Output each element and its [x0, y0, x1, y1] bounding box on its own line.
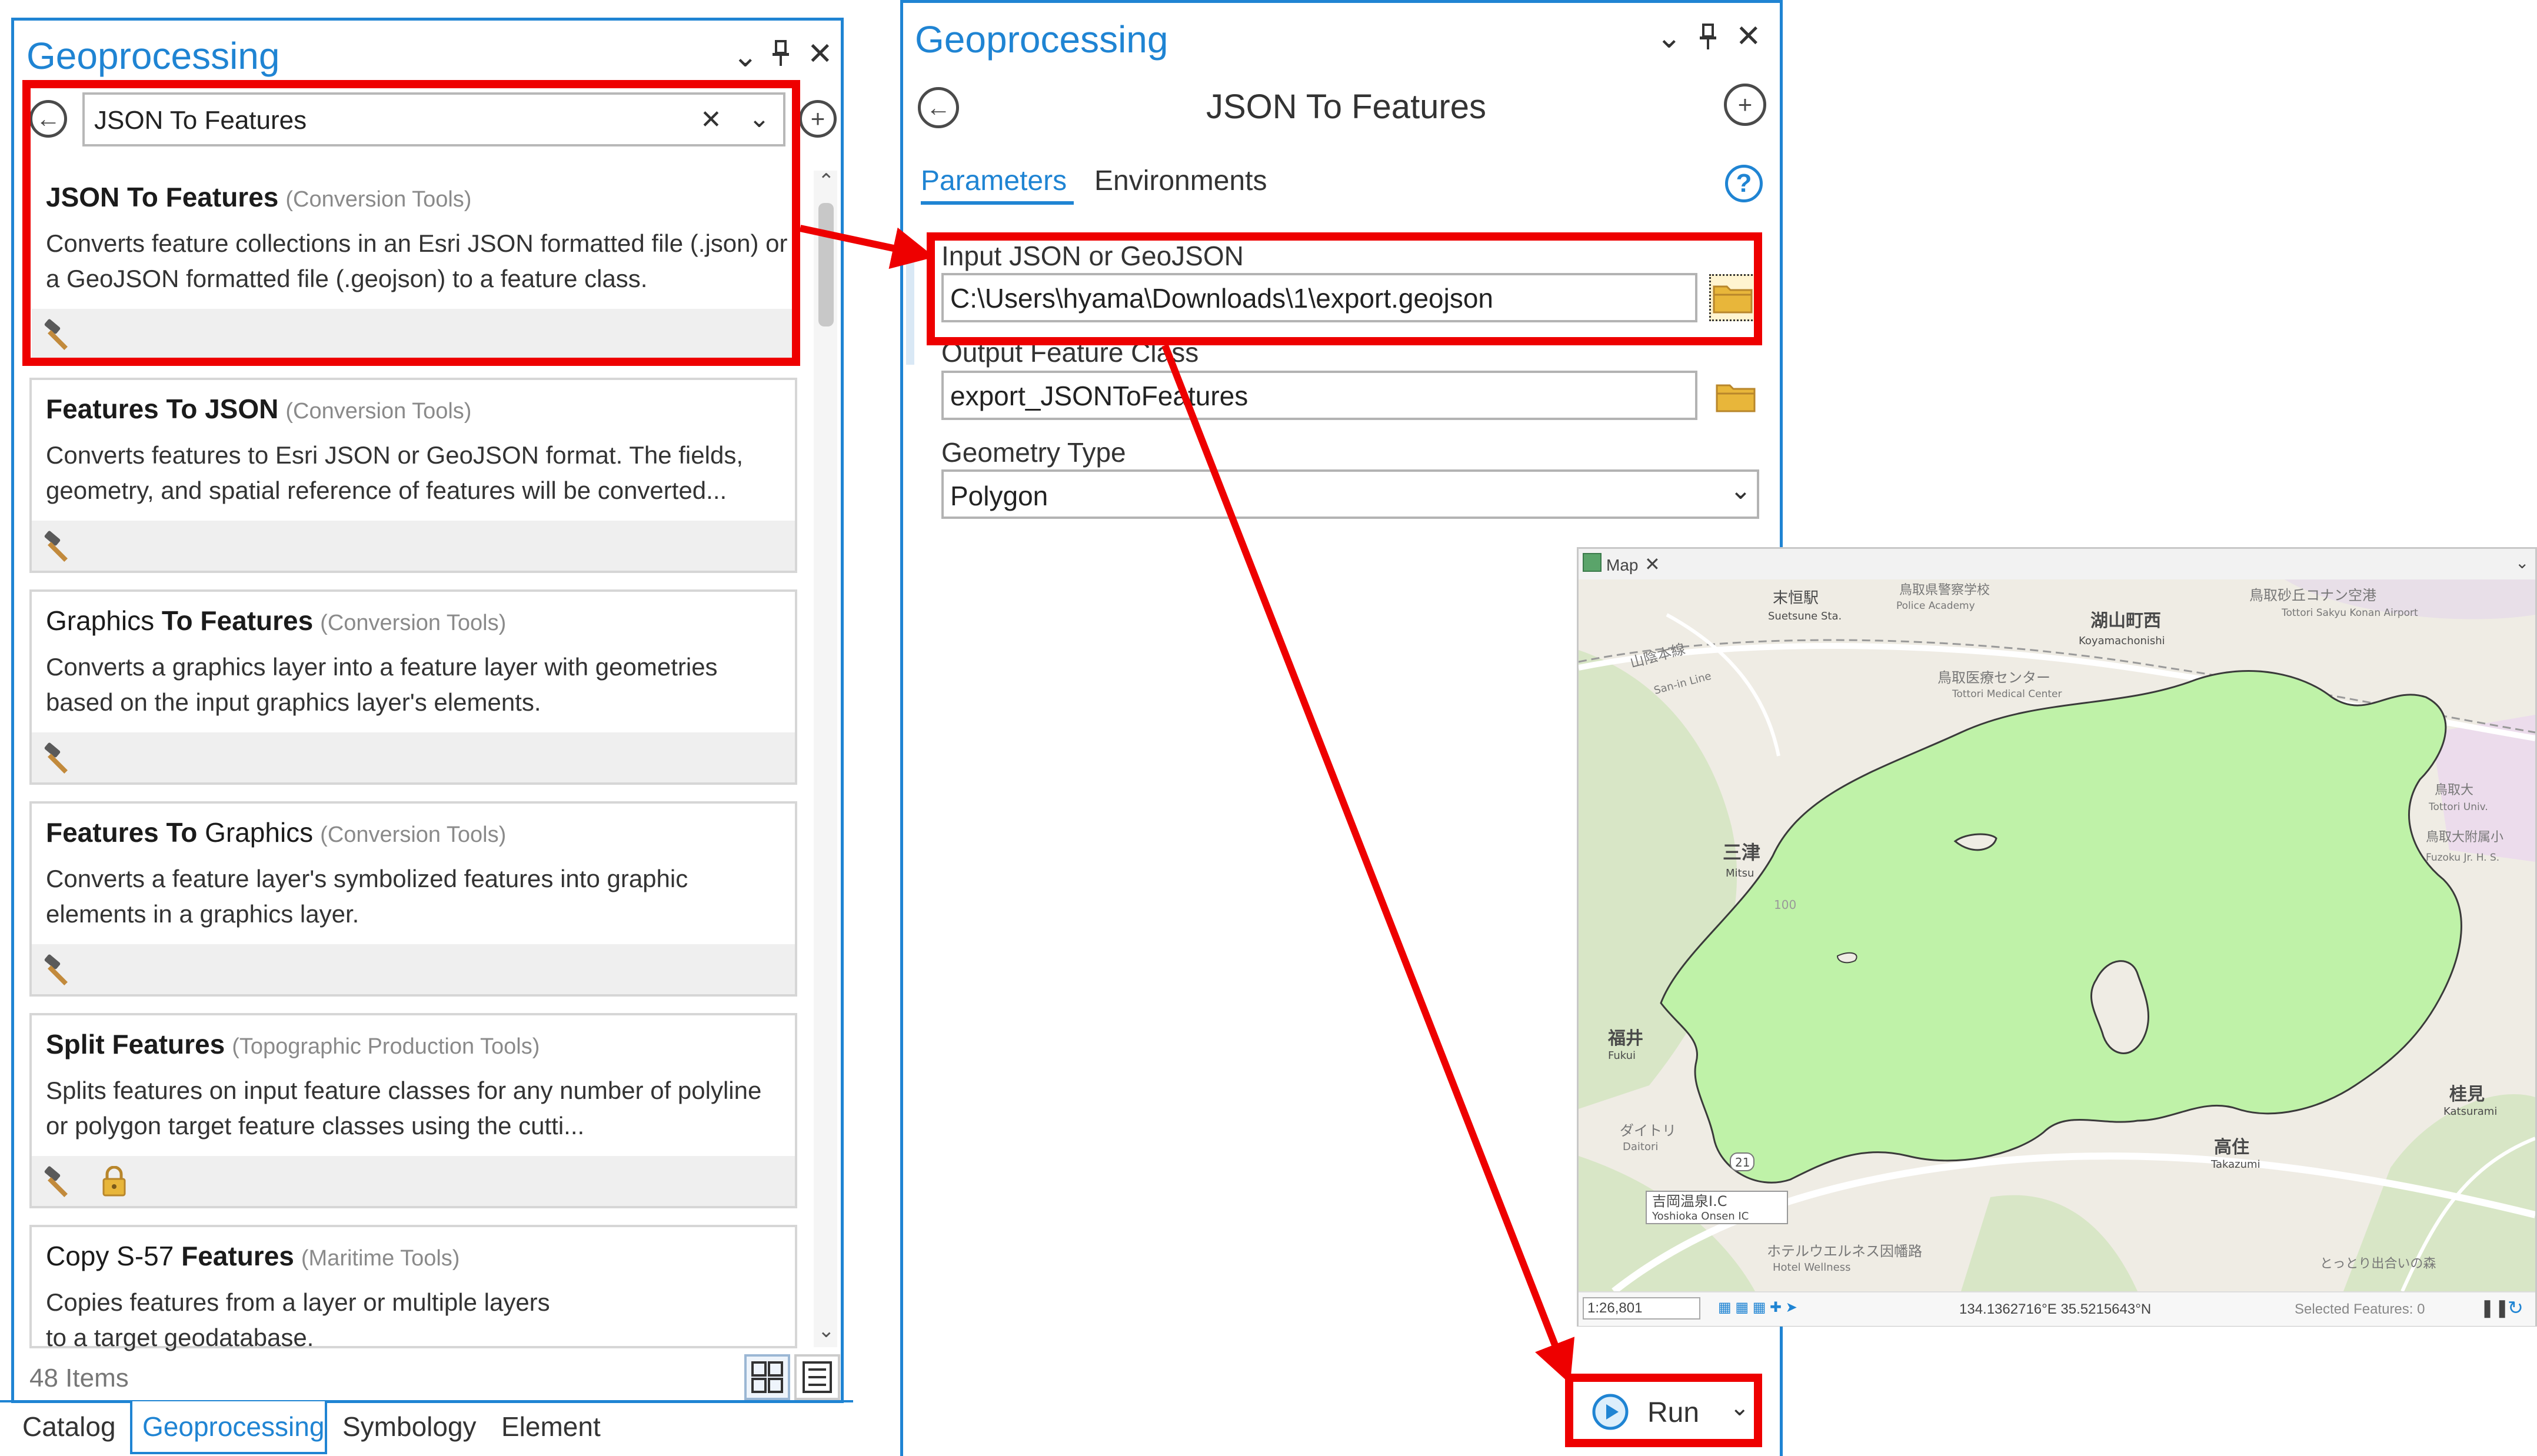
annotation-arrows: [799, 225, 1575, 1384]
